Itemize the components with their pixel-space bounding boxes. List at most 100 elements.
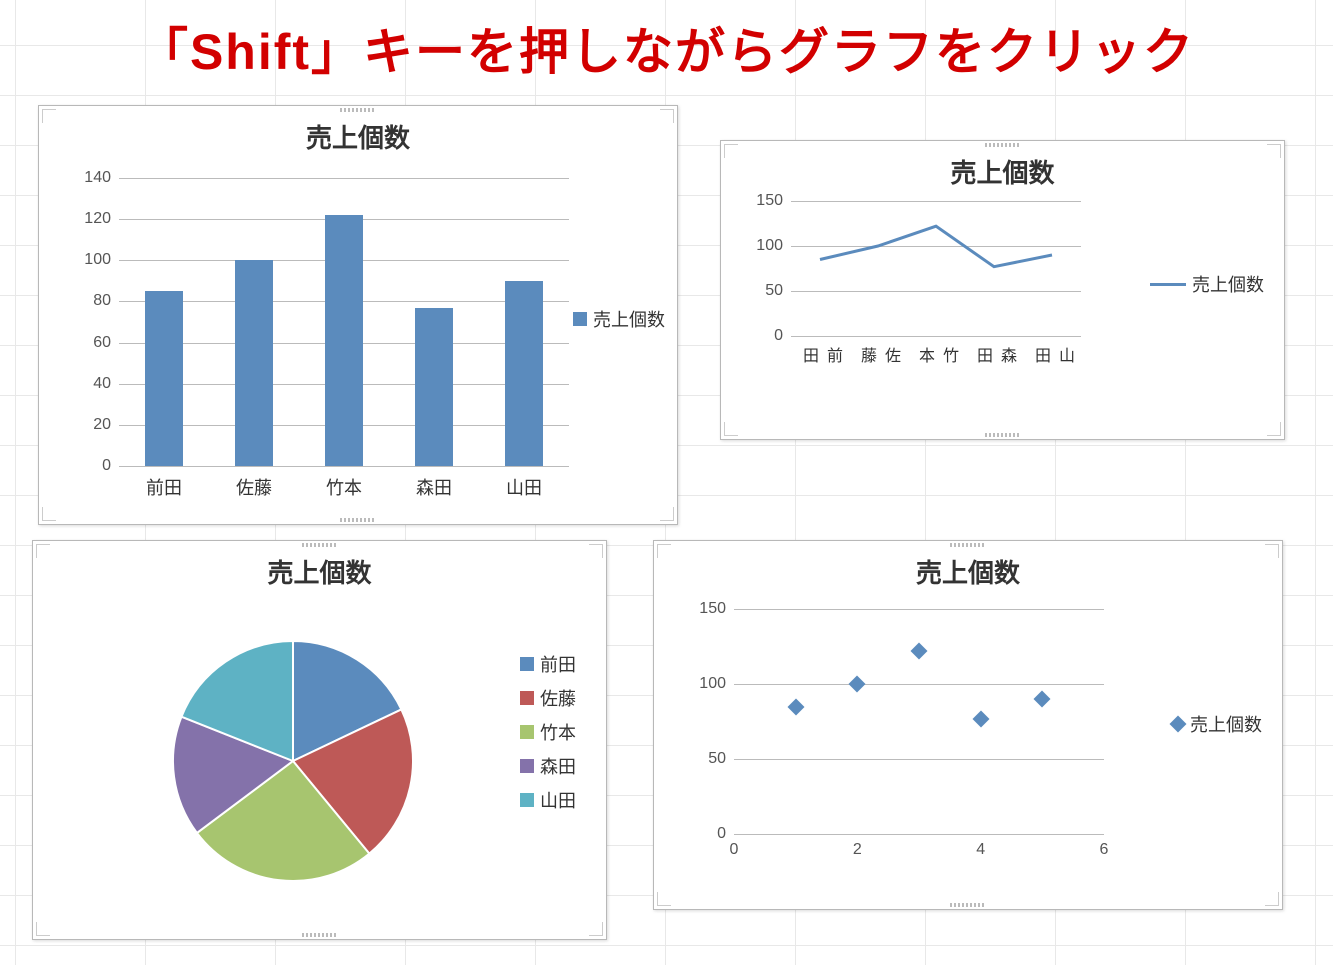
y-tick-label: 60 <box>93 334 111 352</box>
legend-item: 前田 <box>520 651 576 677</box>
panel-grip-icon <box>302 933 338 937</box>
y-tick-label: 50 <box>708 750 726 768</box>
y-tick-label: 50 <box>765 282 783 300</box>
bar[interactable] <box>325 215 363 466</box>
y-tick-label: 120 <box>84 210 111 228</box>
y-tick-label: 80 <box>93 292 111 310</box>
scatter-point[interactable] <box>849 676 866 693</box>
panel-grip-icon <box>985 143 1021 147</box>
legend: 売上個数 <box>1172 711 1262 737</box>
x-tick-label: 山田 <box>1028 347 1076 363</box>
legend-item: 売上個数 <box>1172 711 1262 737</box>
chart-bar[interactable]: 売上個数 020406080100120140前田佐藤竹本森田山田 売上個数 <box>38 105 678 525</box>
y-tick-label: 100 <box>699 675 726 693</box>
panel-grip-icon <box>950 903 986 907</box>
legend-label: 山田 <box>540 787 576 813</box>
y-tick-label: 0 <box>102 457 111 475</box>
panel-corner-icon <box>660 507 674 521</box>
legend-label: 売上個数 <box>1190 711 1262 737</box>
legend-item: 山田 <box>520 787 576 813</box>
panel-corner-icon <box>42 109 56 123</box>
x-tick-label: 2 <box>853 841 862 859</box>
panel-corner-icon <box>589 922 603 936</box>
gridline <box>734 684 1104 685</box>
x-tick-label: 森田 <box>416 474 452 500</box>
x-tick-label: 0 <box>730 841 739 859</box>
panel-grip-icon <box>340 518 376 522</box>
bar[interactable] <box>415 308 453 466</box>
y-tick-label: 150 <box>756 192 783 210</box>
line-series[interactable] <box>791 201 1081 336</box>
line-plot-area[interactable]: 050100150前田佐藤竹本森田山田 <box>791 201 1081 336</box>
panel-corner-icon <box>1267 144 1281 158</box>
y-tick-label: 0 <box>717 825 726 843</box>
y-tick-label: 140 <box>84 169 111 187</box>
scatter-point[interactable] <box>911 643 928 660</box>
x-tick-label: 佐藤 <box>854 347 902 363</box>
y-tick-label: 0 <box>774 327 783 345</box>
legend-label: 売上個数 <box>593 306 665 332</box>
panel-corner-icon <box>724 144 738 158</box>
legend-swatch-icon <box>573 312 587 326</box>
y-tick-label: 40 <box>93 375 111 393</box>
y-tick-label: 150 <box>699 600 726 618</box>
instruction-headline: 「Shift」キーを押しながらグラフをクリック <box>0 0 1333 92</box>
legend-swatch-icon <box>520 759 534 773</box>
legend-label: 佐藤 <box>540 685 576 711</box>
gridline <box>119 466 569 467</box>
x-tick-label: 前田 <box>146 474 182 500</box>
panel-grip-icon <box>302 543 338 547</box>
x-tick-label: 山田 <box>506 474 542 500</box>
legend-swatch-icon <box>520 657 534 671</box>
legend-item: 竹本 <box>520 719 576 745</box>
scatter-plot-area[interactable]: 0501001500246 <box>734 609 1104 834</box>
panel-corner-icon <box>1265 544 1279 558</box>
x-tick-label: 竹本 <box>912 347 960 363</box>
legend-item: 売上個数 <box>573 306 665 332</box>
legend-line-icon <box>1150 283 1186 286</box>
chart-title: 売上個数 <box>33 541 606 596</box>
panel-corner-icon <box>1267 422 1281 436</box>
panel-grip-icon <box>985 433 1021 437</box>
bar-plot-area[interactable]: 020406080100120140前田佐藤竹本森田山田 <box>119 178 569 466</box>
legend: 前田佐藤竹本森田山田 <box>520 651 576 813</box>
legend: 売上個数 <box>1150 271 1264 297</box>
x-tick-label: 竹本 <box>326 474 362 500</box>
chart-title: 売上個数 <box>39 106 677 161</box>
legend-label: 前田 <box>540 651 576 677</box>
panel-corner-icon <box>589 544 603 558</box>
chart-title: 売上個数 <box>721 141 1284 196</box>
legend-marker-icon <box>1170 716 1187 733</box>
x-tick-label: 前田 <box>796 347 844 363</box>
legend-label: 売上個数 <box>1192 271 1264 297</box>
bar[interactable] <box>145 291 183 466</box>
legend-swatch-icon <box>520 691 534 705</box>
legend-item: 佐藤 <box>520 685 576 711</box>
panel-grip-icon <box>340 108 376 112</box>
chart-pie[interactable]: 売上個数 前田佐藤竹本森田山田 <box>32 540 607 940</box>
pie-plot-area[interactable] <box>163 631 423 891</box>
scatter-point[interactable] <box>972 710 989 727</box>
x-tick-label: 森田 <box>970 347 1018 363</box>
chart-scatter[interactable]: 売上個数 0501001500246 売上個数 <box>653 540 1283 910</box>
gridline <box>791 336 1081 337</box>
gridline <box>734 609 1104 610</box>
bar[interactable] <box>235 260 273 466</box>
x-tick-label: 6 <box>1100 841 1109 859</box>
panel-corner-icon <box>657 544 671 558</box>
chart-line[interactable]: 売上個数 050100150前田佐藤竹本森田山田 売上個数 <box>720 140 1285 440</box>
panel-corner-icon <box>724 422 738 436</box>
legend-swatch-icon <box>520 793 534 807</box>
gridline <box>734 834 1104 835</box>
bar[interactable] <box>505 281 543 466</box>
x-tick-label: 佐藤 <box>236 474 272 500</box>
scatter-point[interactable] <box>787 698 804 715</box>
legend-label: 竹本 <box>540 719 576 745</box>
legend-item: 売上個数 <box>1150 271 1264 297</box>
scatter-point[interactable] <box>1034 691 1051 708</box>
panel-corner-icon <box>1265 892 1279 906</box>
gridline <box>119 178 569 179</box>
panel-corner-icon <box>42 507 56 521</box>
panel-corner-icon <box>660 109 674 123</box>
panel-grip-icon <box>950 543 986 547</box>
